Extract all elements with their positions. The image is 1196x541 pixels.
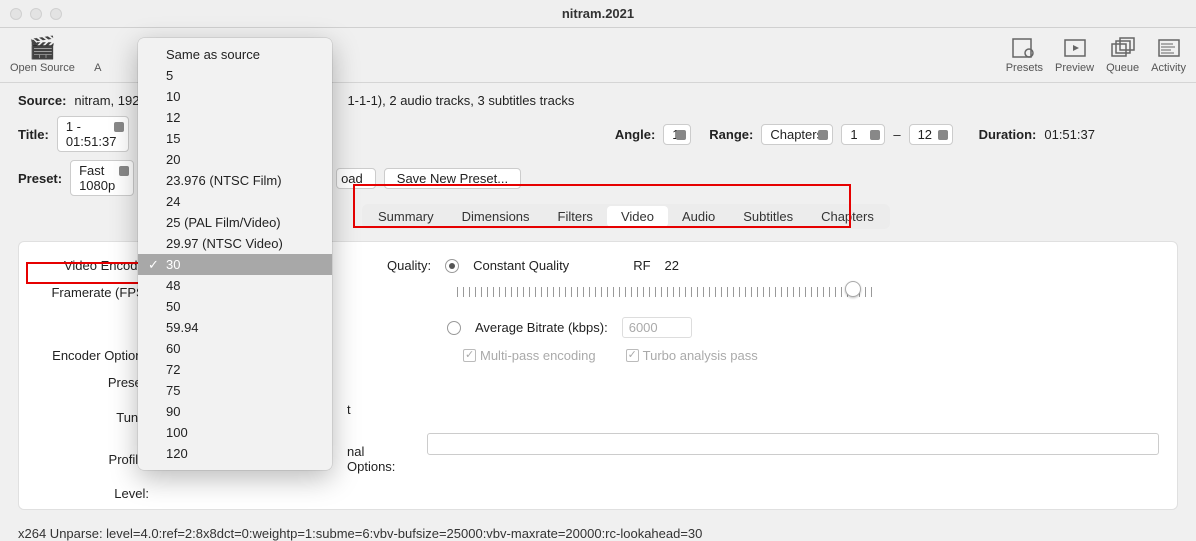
activity-icon xyxy=(1153,36,1185,60)
rf-slider[interactable] xyxy=(457,283,877,303)
reload-button[interactable]: oad xyxy=(336,168,376,189)
window-title: nitram.2021 xyxy=(0,6,1196,21)
presets-button[interactable]: Presets xyxy=(1006,36,1043,74)
rf-label: RF xyxy=(633,258,650,273)
additional-options-input[interactable] xyxy=(427,433,1159,455)
framerate-option[interactable]: Same as source xyxy=(138,44,332,65)
average-bitrate-label: Average Bitrate (kbps): xyxy=(475,320,608,335)
tabs: Summary Dimensions Filters Video Audio S… xyxy=(362,204,890,229)
tab-subtitles[interactable]: Subtitles xyxy=(729,206,807,227)
tab-video[interactable]: Video xyxy=(607,206,668,227)
title-label: Title: xyxy=(18,127,49,142)
hidden-icon xyxy=(82,36,114,60)
framerate-option[interactable]: 24 xyxy=(138,191,332,212)
source-value-left: nitram, 192 xyxy=(74,93,139,108)
queue-button[interactable]: Queue xyxy=(1106,36,1139,74)
framerate-option[interactable]: 25 (PAL Film/Video) xyxy=(138,212,332,233)
framerate-option[interactable]: 23.976 (NTSC Film) xyxy=(138,170,332,191)
quality-label: Quality: xyxy=(387,258,431,273)
preview-icon xyxy=(1059,36,1091,60)
activity-label: Activity xyxy=(1151,62,1186,74)
preset-label: Preset: xyxy=(18,171,62,186)
framerate-dropdown[interactable]: Same as source51012152023.976 (NTSC Film… xyxy=(138,38,332,470)
framerate-option[interactable]: 5 xyxy=(138,65,332,86)
framerate-option[interactable]: 59.94 xyxy=(138,317,332,338)
tab-chapters[interactable]: Chapters xyxy=(807,206,888,227)
film-icon: 🎬 xyxy=(26,36,58,60)
presets-icon xyxy=(1008,36,1040,60)
angle-select[interactable]: 1 xyxy=(663,124,691,145)
tabs-row: Summary Dimensions Filters Video Audio S… xyxy=(362,204,1178,229)
tab-audio[interactable]: Audio xyxy=(668,206,729,227)
range-to-select[interactable]: 12 xyxy=(909,124,953,145)
angle-label: Angle: xyxy=(615,127,655,142)
framerate-option[interactable]: 12 xyxy=(138,107,332,128)
presets-label: Presets xyxy=(1006,62,1043,74)
multipass-label: Multi-pass encoding xyxy=(480,348,596,363)
framerate-option[interactable]: 72 xyxy=(138,359,332,380)
duration-value: 01:51:37 xyxy=(1044,127,1095,142)
source-value-right: 1-1-1), 2 audio tracks, 3 subtitles trac… xyxy=(347,93,574,108)
tab-filters[interactable]: Filters xyxy=(544,206,607,227)
title-select[interactable]: 1 - 01:51:37 xyxy=(57,116,129,152)
constant-quality-radio[interactable] xyxy=(445,259,459,273)
queue-label: Queue xyxy=(1106,62,1139,74)
range-mode-select[interactable]: Chapters xyxy=(761,124,833,145)
turbo-checkbox xyxy=(626,349,639,362)
framerate-option[interactable]: 50 xyxy=(138,296,332,317)
tab-summary[interactable]: Summary xyxy=(364,206,448,227)
preset-select[interactable]: Fast 1080p xyxy=(70,160,134,196)
activity-button[interactable]: Activity xyxy=(1151,36,1186,74)
framerate-option[interactable]: 100 xyxy=(138,422,332,443)
framerate-option[interactable]: 90 xyxy=(138,401,332,422)
multipass-checkbox xyxy=(463,349,476,362)
range-label: Range: xyxy=(709,127,753,142)
rf-value: 22 xyxy=(665,258,679,273)
save-new-preset-button[interactable]: Save New Preset... xyxy=(384,168,521,189)
framerate-option[interactable]: 75 xyxy=(138,380,332,401)
framerate-option[interactable]: 15 xyxy=(138,128,332,149)
preview-button[interactable]: Preview xyxy=(1055,36,1094,74)
framerate-option[interactable]: 10 xyxy=(138,86,332,107)
titlebar: nitram.2021 xyxy=(0,0,1196,28)
range-sep: – xyxy=(893,127,900,142)
tab-dimensions[interactable]: Dimensions xyxy=(448,206,544,227)
toolbar-hidden-button[interactable]: A xyxy=(87,36,109,74)
preview-label: Preview xyxy=(1055,62,1094,74)
queue-icon xyxy=(1107,36,1139,60)
duration-label: Duration: xyxy=(979,127,1037,142)
framerate-option[interactable]: 48 xyxy=(138,275,332,296)
turbo-label: Turbo analysis pass xyxy=(643,348,758,363)
open-source-button[interactable]: 🎬 Open Source xyxy=(10,36,75,74)
framerate-option[interactable]: 20 xyxy=(138,149,332,170)
average-bitrate-radio[interactable] xyxy=(447,321,461,335)
constant-quality-label: Constant Quality xyxy=(473,258,569,273)
framerate-option[interactable]: 29.97 (NTSC Video) xyxy=(138,233,332,254)
bitrate-input[interactable]: 6000 xyxy=(622,317,692,338)
level-label: Level: xyxy=(37,486,157,501)
framerate-option[interactable]: 30 xyxy=(138,254,332,275)
open-source-label: Open Source xyxy=(10,62,75,74)
source-label: Source: xyxy=(18,93,66,108)
framerate-option[interactable]: 120 xyxy=(138,443,332,464)
x264-unparse: x264 Unparse: level=4.0:ref=2:8x8dct=0:w… xyxy=(0,520,1196,541)
range-from-select[interactable]: 1 xyxy=(841,124,885,145)
framerate-option[interactable]: 60 xyxy=(138,338,332,359)
